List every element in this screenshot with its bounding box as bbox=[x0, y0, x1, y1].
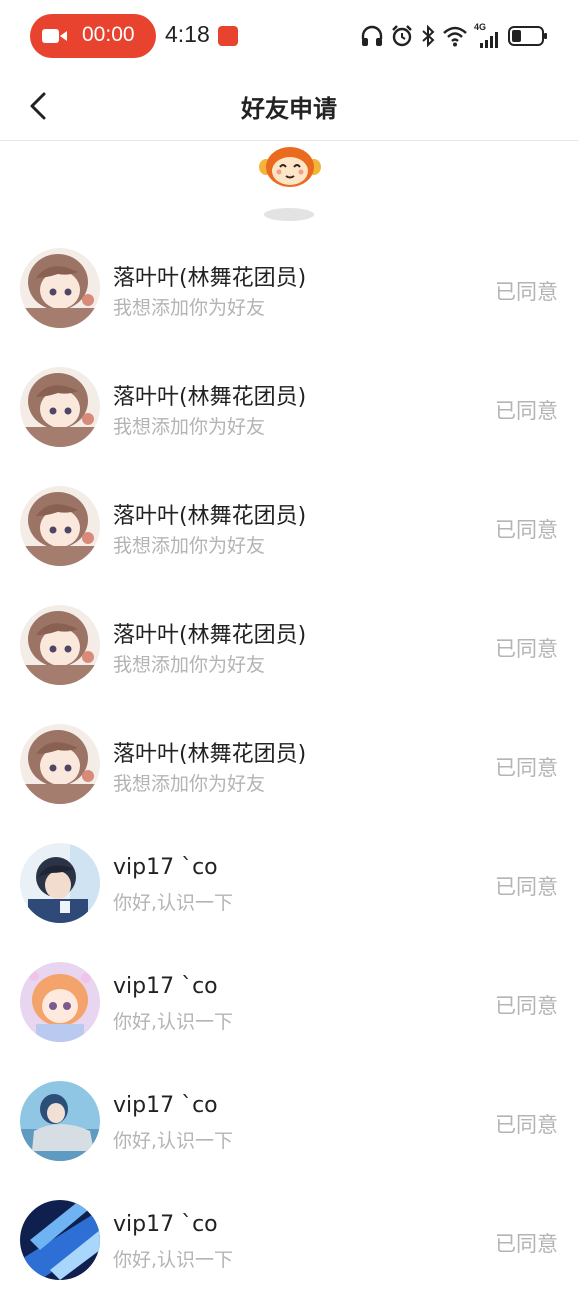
request-message: 我想添加你为好友 bbox=[113, 535, 266, 557]
refresh-shadow bbox=[264, 208, 314, 221]
status-bar: 00:00 4:18 4G bbox=[0, 0, 578, 72]
bluetooth-icon bbox=[422, 24, 435, 48]
wifi-icon bbox=[443, 26, 467, 47]
requester-name: vip17 `co bbox=[113, 1093, 218, 1118]
status-badge: 已同意 bbox=[495, 994, 558, 1018]
list-item[interactable]: vip17 `co 你好,认识一下 已同意 bbox=[0, 1181, 578, 1300]
requester-name: 落叶叶(林舞花团员) bbox=[113, 266, 307, 291]
list-item[interactable]: vip17 `co 你好,认识一下 已同意 bbox=[0, 824, 578, 943]
friend-request-list: 落叶叶(林舞花团员) 我想添加你为好友 已同意 落叶叶(林舞花团员) 我想添加你… bbox=[0, 229, 578, 1300]
request-message: 我想添加你为好友 bbox=[113, 416, 266, 438]
alarm-icon bbox=[392, 25, 412, 47]
status-badge: 已同意 bbox=[495, 637, 558, 661]
monkey-mascot-icon bbox=[259, 147, 321, 187]
request-message: 你好,认识一下 bbox=[113, 1130, 234, 1152]
request-message: 你好,认识一下 bbox=[113, 1249, 234, 1271]
avatar[interactable] bbox=[20, 962, 100, 1042]
list-item[interactable]: 落叶叶(林舞花团员) 我想添加你为好友 已同意 bbox=[0, 348, 578, 467]
list-item[interactable]: vip17 `co 你好,认识一下 已同意 bbox=[0, 1062, 578, 1181]
request-message: 你好,认识一下 bbox=[113, 892, 234, 914]
status-badge: 已同意 bbox=[495, 1232, 558, 1256]
page-title: 好友申请 bbox=[241, 95, 337, 123]
status-badge: 已同意 bbox=[495, 399, 558, 423]
record-timer: 00:00 bbox=[82, 23, 135, 46]
headphones-icon bbox=[361, 25, 383, 46]
requester-name: vip17 `co bbox=[113, 1212, 218, 1237]
requester-name: 落叶叶(林舞花团员) bbox=[113, 504, 307, 529]
avatar[interactable] bbox=[20, 248, 100, 328]
request-message: 我想添加你为好友 bbox=[113, 654, 266, 676]
list-item[interactable]: 落叶叶(林舞花团员) 我想添加你为好友 已同意 bbox=[0, 586, 578, 705]
requester-name: 落叶叶(林舞花团员) bbox=[113, 742, 307, 767]
avatar[interactable] bbox=[20, 486, 100, 566]
list-item[interactable]: 落叶叶(林舞花团员) 我想添加你为好友 已同意 bbox=[0, 467, 578, 586]
cellular-signal-icon: 4G bbox=[474, 22, 502, 48]
status-badge: 已同意 bbox=[495, 1113, 558, 1137]
status-clock: 4:18 bbox=[165, 21, 210, 47]
system-icons: 4G bbox=[360, 22, 548, 50]
avatar[interactable] bbox=[20, 367, 100, 447]
battery-icon bbox=[508, 26, 547, 46]
requester-name: 落叶叶(林舞花团员) bbox=[113, 385, 307, 410]
avatar[interactable] bbox=[20, 843, 100, 923]
requester-name: vip17 `co bbox=[113, 974, 218, 999]
list-item[interactable]: vip17 `co 你好,认识一下 已同意 bbox=[0, 943, 578, 1062]
avatar[interactable] bbox=[20, 1081, 100, 1161]
screen-record-pill[interactable]: 00:00 bbox=[30, 14, 156, 58]
requester-name: vip17 `co bbox=[113, 855, 218, 880]
app-notification-icon bbox=[218, 26, 238, 46]
status-badge: 已同意 bbox=[495, 756, 558, 780]
list-item[interactable]: 落叶叶(林舞花团员) 我想添加你为好友 已同意 bbox=[0, 705, 578, 824]
status-badge: 已同意 bbox=[495, 280, 558, 304]
status-badge: 已同意 bbox=[495, 518, 558, 542]
avatar[interactable] bbox=[20, 1200, 100, 1280]
avatar[interactable] bbox=[20, 605, 100, 685]
request-message: 你好,认识一下 bbox=[113, 1011, 234, 1033]
requester-name: 落叶叶(林舞花团员) bbox=[113, 623, 307, 648]
video-camera-icon bbox=[42, 29, 67, 43]
top-nav-bar: 好友申请 bbox=[0, 72, 578, 141]
request-message: 我想添加你为好友 bbox=[113, 297, 266, 319]
avatar[interactable] bbox=[20, 724, 100, 804]
request-message: 我想添加你为好友 bbox=[113, 773, 266, 795]
list-item[interactable]: 落叶叶(林舞花团员) 我想添加你为好友 已同意 bbox=[0, 229, 578, 348]
status-badge: 已同意 bbox=[495, 875, 558, 899]
